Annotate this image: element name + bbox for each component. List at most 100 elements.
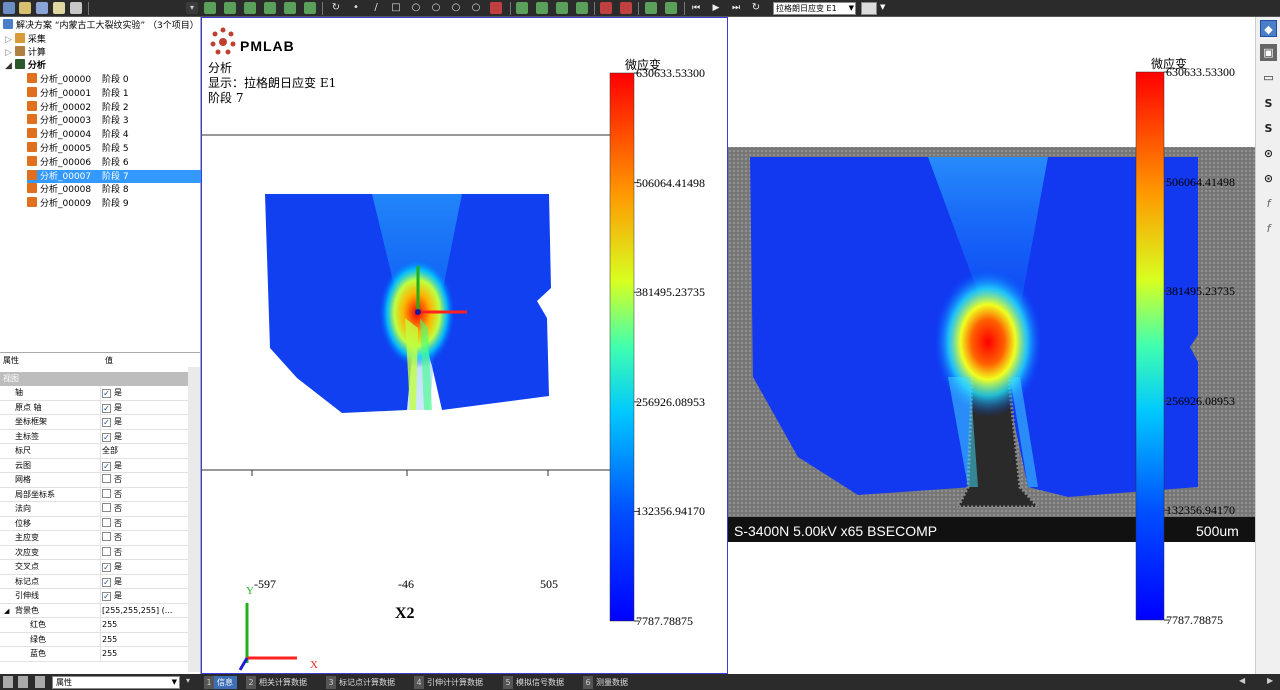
layout3-icon[interactable] (35, 676, 45, 688)
property-checkbox[interactable] (102, 546, 111, 556)
property-value[interactable]: 否 (102, 488, 122, 502)
chart-tool-icon[interactable] (264, 2, 276, 14)
frame-icon[interactable]: ▭ (1260, 69, 1277, 86)
properties-scrollbar[interactable] (188, 367, 200, 672)
first-frame-icon[interactable]: ⏮ (690, 2, 702, 14)
property-value[interactable]: 全部 (102, 444, 118, 458)
section-s1-icon[interactable]: S (1260, 95, 1277, 112)
tree-item-analysis[interactable]: 分析_00003 阶段 3 (27, 114, 201, 127)
function2-icon[interactable]: f (1260, 220, 1277, 237)
ring-icon[interactable]: ○ (470, 2, 482, 14)
collapse-icon[interactable]: ◢ (4, 604, 9, 618)
display-select[interactable]: 拉格朗日应变 E1 ▼ (773, 2, 856, 15)
tree-item-analysis[interactable]: 分析_00002 阶段 2 (27, 100, 201, 114)
bottom-tab[interactable]: 6 测量数据 (583, 676, 632, 689)
property-value[interactable]: ✓ 是 (102, 589, 122, 603)
property-row[interactable]: 引伸线 ✓ 是 (0, 589, 188, 604)
clear-icon[interactable] (620, 2, 632, 14)
open-icon[interactable] (19, 2, 31, 14)
property-checkbox[interactable] (102, 532, 111, 541)
property-row[interactable]: 位移 否 (0, 516, 188, 531)
layout1-icon[interactable] (3, 676, 13, 688)
section-s2-icon[interactable]: S (1260, 120, 1277, 137)
overlay-icon[interactable]: ▣ (1260, 44, 1277, 61)
play-icon[interactable]: ▶ (710, 2, 722, 14)
property-row[interactable]: 标记点 ✓ 是 (0, 574, 188, 589)
property-checkbox[interactable] (102, 488, 111, 498)
property-row[interactable]: 轴 ✓ 是 (0, 386, 188, 401)
mirror-icon[interactable] (556, 2, 568, 14)
property-value[interactable]: ✓ 是 (102, 459, 122, 473)
property-checkbox[interactable]: ✓ (102, 418, 111, 427)
property-value[interactable]: 否 (102, 502, 122, 516)
property-row[interactable]: 法向 否 (0, 502, 188, 517)
property-checkbox[interactable] (102, 517, 111, 527)
view-3d-icon[interactable]: ◆ (1260, 20, 1277, 37)
overflow2-icon[interactable]: ▾ (186, 676, 190, 685)
arrow-tool-icon[interactable] (204, 2, 216, 14)
background-color-row[interactable]: ◢ 背景色 [255,255,255] (... (0, 603, 188, 618)
export-icon[interactable] (645, 2, 657, 14)
bottom-left-arrow-icon[interactable]: ◀ (1239, 676, 1245, 685)
document-icon[interactable] (70, 2, 82, 14)
property-checkbox[interactable]: ✓ (102, 389, 111, 398)
axis-tool-icon[interactable] (244, 2, 256, 14)
tree-item-analysis[interactable]: 分析_00007 阶段 7 (27, 169, 201, 183)
property-checkbox[interactable]: ✓ (102, 432, 111, 442)
tree-node-analysis[interactable]: ◢ 分析 (5, 59, 46, 72)
bottom-tab[interactable]: 1 信息 (204, 676, 237, 689)
green-row[interactable]: 绿色 255 (0, 632, 188, 647)
flip-icon[interactable] (536, 2, 548, 14)
import-icon[interactable] (665, 2, 677, 14)
bottom-tab[interactable]: 4 引伸计计算数据 (414, 676, 487, 689)
analysis-viewport[interactable]: . PMLAB 分析 显示：拉格朗日应变 E1 阶段 7 微应变 630633.… (201, 17, 728, 674)
expand-icon[interactable]: ▷ (5, 48, 12, 58)
property-value[interactable]: 否 (102, 531, 122, 545)
properties-group-view[interactable]: 视图 (0, 372, 188, 386)
bottom-tab[interactable]: 2 相关计算数据 (246, 676, 311, 689)
layout2-icon[interactable] (18, 676, 28, 688)
property-value-text[interactable]: [255,255,255] (... (102, 604, 172, 618)
bottom-right-arrow-icon[interactable]: ▶ (1267, 676, 1273, 685)
property-value[interactable]: 否 (102, 517, 122, 531)
property-value[interactable]: 否 (102, 546, 122, 560)
property-value[interactable]: ✓ 是 (102, 386, 122, 400)
remove-icon[interactable] (600, 2, 612, 14)
tree-item-analysis[interactable]: 分析_00008 阶段 8 (27, 183, 201, 196)
property-value[interactable]: ✓ 是 (102, 575, 122, 589)
move-tool-icon[interactable] (224, 2, 236, 14)
tree-item-analysis[interactable]: 分析_00005 阶段 5 (27, 142, 201, 155)
property-checkbox[interactable]: ✓ (102, 577, 111, 587)
property-value[interactable]: ✓ 是 (102, 401, 122, 415)
property-row[interactable]: 交叉点 ✓ 是 (0, 560, 188, 575)
new-icon[interactable] (3, 2, 15, 14)
expand-icon[interactable]: ▷ (5, 35, 12, 45)
property-checkbox[interactable]: ✓ (102, 563, 111, 572)
tree-item-analysis[interactable]: 分析_00006 阶段 6 (27, 155, 201, 169)
property-value[interactable]: ✓ 是 (102, 560, 122, 574)
point-icon[interactable]: • (350, 2, 362, 14)
align-icon[interactable] (576, 2, 588, 14)
red-row[interactable]: 红色 255 (0, 618, 188, 633)
property-checkbox[interactable] (102, 474, 111, 483)
polygon-icon[interactable]: ○ (450, 2, 462, 14)
tree-node-acquisition[interactable]: ▷ 采集 (5, 33, 46, 46)
palette-select[interactable]: ▼ (861, 2, 885, 15)
folder-icon[interactable] (53, 2, 65, 14)
property-value-text[interactable]: 255 (102, 647, 117, 661)
rotate-icon[interactable]: ↻ (330, 2, 342, 14)
last-frame-icon[interactable]: ⏭ (730, 2, 742, 14)
overflow-icon[interactable]: ▾ (186, 2, 198, 14)
property-value[interactable]: ✓ 是 (102, 430, 122, 444)
overlay-viewport[interactable]: S-3400N 5.00kV x65 BSECOMP 500um 微应变 630… (728, 17, 1255, 674)
transform-icon[interactable] (516, 2, 528, 14)
properties-select[interactable]: 属性 ▼ (52, 676, 180, 689)
property-checkbox[interactable] (102, 503, 111, 512)
property-row[interactable]: 坐标框架 ✓ 是 (0, 415, 188, 430)
bottom-tab[interactable]: 3 标记点计算数据 (326, 676, 399, 689)
property-value[interactable]: ✓ 是 (102, 415, 122, 429)
loop-icon[interactable]: ↻ (750, 2, 762, 14)
property-checkbox[interactable]: ✓ (102, 403, 111, 413)
property-checkbox[interactable]: ✓ (102, 461, 111, 471)
tree-item-analysis[interactable]: 分析_00009 阶段 9 (27, 197, 201, 210)
